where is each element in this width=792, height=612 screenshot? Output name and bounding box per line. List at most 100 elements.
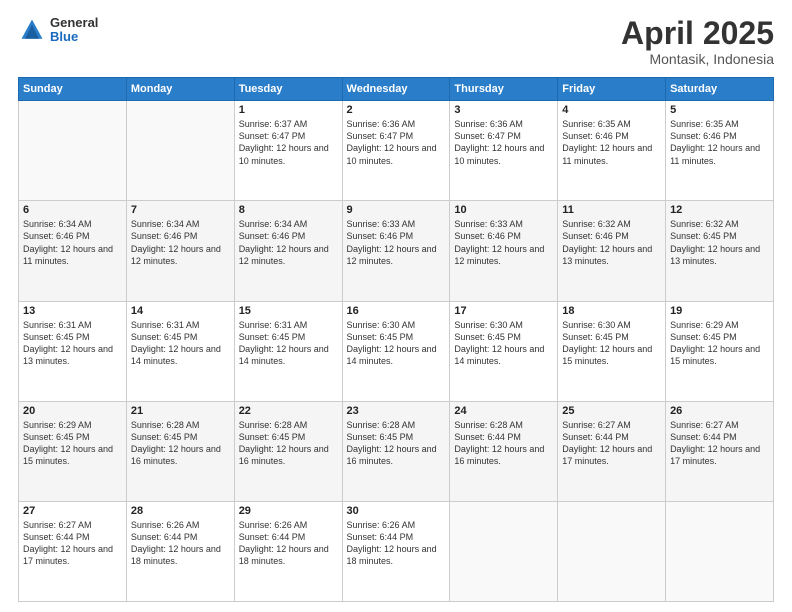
day-number: 18 bbox=[562, 305, 661, 317]
calendar-day-cell: 3Sunrise: 6:36 AMSunset: 6:47 PMDaylight… bbox=[450, 101, 558, 201]
calendar-day-cell: 8Sunrise: 6:34 AMSunset: 6:46 PMDaylight… bbox=[234, 201, 342, 301]
calendar-week-row: 27Sunrise: 6:27 AMSunset: 6:44 PMDayligh… bbox=[19, 501, 774, 601]
calendar-day-cell: 24Sunrise: 6:28 AMSunset: 6:44 PMDayligh… bbox=[450, 401, 558, 501]
calendar-day-cell: 5 Sunrise: 6:35 AMSunset: 6:46 PMDaylight… bbox=[666, 101, 774, 201]
day-number: 29 bbox=[239, 505, 338, 517]
day-info: Sunrise: 6:31 AMSunset: 6:45 PMDaylight:… bbox=[131, 319, 230, 368]
calendar-title: April 2025 bbox=[621, 16, 774, 51]
calendar-day-cell: 20 Sunrise: 6:29 AMSunset: 6:45 PMDayligh… bbox=[19, 401, 127, 501]
day-info: Sunrise: 6:28 AMSunset: 6:45 PMDaylight:… bbox=[239, 419, 338, 468]
calendar-day-cell: 15 Sunrise: 6:31 AMSunset: 6:45 PMDayligh… bbox=[234, 301, 342, 401]
weekday-header-row: Sunday Monday Tuesday Wednesday Thursday… bbox=[19, 78, 774, 101]
day-info: Sunrise: 6:27 AMSunset: 6:44 PMDaylight:… bbox=[670, 419, 769, 468]
col-saturday: Saturday bbox=[666, 78, 774, 101]
calendar-day-cell: 11 Sunrise: 6:32 AMSunset: 6:46 PMDayligh… bbox=[558, 201, 666, 301]
day-number: 13 bbox=[23, 305, 122, 317]
calendar-day-cell: 14Sunrise: 6:31 AMSunset: 6:45 PMDayligh… bbox=[126, 301, 234, 401]
day-info: Sunrise: 6:27 AMSunset: 6:44 PMDaylight:… bbox=[23, 519, 122, 568]
day-info: Sunrise: 6:26 AMSunset: 6:44 PMDaylight:… bbox=[347, 519, 446, 568]
day-number: 4 bbox=[562, 104, 661, 116]
calendar-week-row: 6 Sunrise: 6:34 AMSunset: 6:46 PMDaylight… bbox=[19, 201, 774, 301]
calendar-day-cell: 21 Sunrise: 6:28 AMSunset: 6:45 PMDayligh… bbox=[126, 401, 234, 501]
day-info: Sunrise: 6:37 AMSunset: 6:47 PMDaylight:… bbox=[239, 118, 338, 167]
day-info: Sunrise: 6:29 AMSunset: 6:45 PMDaylight:… bbox=[23, 419, 122, 468]
calendar-day-cell: 18 Sunrise: 6:30 AMSunset: 6:45 PMDayligh… bbox=[558, 301, 666, 401]
calendar-location: Montasik, Indonesia bbox=[621, 51, 774, 67]
day-info: Sunrise: 6:31 AMSunset: 6:45 PMDaylight:… bbox=[239, 319, 338, 368]
calendar-week-row: 20 Sunrise: 6:29 AMSunset: 6:45 PMDayligh… bbox=[19, 401, 774, 501]
day-info: Sunrise: 6:34 AMSunset: 6:46 PMDaylight:… bbox=[23, 218, 122, 267]
day-number: 16 bbox=[347, 305, 446, 317]
day-number: 10 bbox=[454, 204, 553, 216]
day-info: Sunrise: 6:34 AMSunset: 6:46 PMDaylight:… bbox=[131, 218, 230, 267]
calendar-day-cell bbox=[126, 101, 234, 201]
logo-blue-text: Blue bbox=[50, 30, 98, 44]
day-number: 11 bbox=[562, 204, 661, 216]
calendar-day-cell: 28Sunrise: 6:26 AMSunset: 6:44 PMDayligh… bbox=[126, 501, 234, 601]
col-friday: Friday bbox=[558, 78, 666, 101]
day-info: Sunrise: 6:36 AMSunset: 6:47 PMDaylight:… bbox=[347, 118, 446, 167]
col-tuesday: Tuesday bbox=[234, 78, 342, 101]
calendar-day-cell: 22 Sunrise: 6:28 AMSunset: 6:45 PMDayligh… bbox=[234, 401, 342, 501]
day-info: Sunrise: 6:32 AMSunset: 6:46 PMDaylight:… bbox=[562, 218, 661, 267]
day-number: 17 bbox=[454, 305, 553, 317]
calendar-day-cell bbox=[19, 101, 127, 201]
day-info: Sunrise: 6:26 AMSunset: 6:44 PMDaylight:… bbox=[131, 519, 230, 568]
day-number: 15 bbox=[239, 305, 338, 317]
day-number: 9 bbox=[347, 204, 446, 216]
day-info: Sunrise: 6:34 AMSunset: 6:46 PMDaylight:… bbox=[239, 218, 338, 267]
calendar-day-cell: 13 Sunrise: 6:31 AMSunset: 6:45 PMDayligh… bbox=[19, 301, 127, 401]
day-number: 5 bbox=[670, 104, 769, 116]
calendar-day-cell bbox=[450, 501, 558, 601]
calendar-day-cell: 19 Sunrise: 6:29 AMSunset: 6:45 PMDayligh… bbox=[666, 301, 774, 401]
calendar-day-cell: 30 Sunrise: 6:26 AMSunset: 6:44 PMDayligh… bbox=[342, 501, 450, 601]
calendar-day-cell: 29Sunrise: 6:26 AMSunset: 6:44 PMDayligh… bbox=[234, 501, 342, 601]
col-wednesday: Wednesday bbox=[342, 78, 450, 101]
day-info: Sunrise: 6:33 AMSunset: 6:46 PMDaylight:… bbox=[454, 218, 553, 267]
day-info: Sunrise: 6:30 AMSunset: 6:45 PMDaylight:… bbox=[454, 319, 553, 368]
logo-icon bbox=[18, 16, 46, 44]
day-info: Sunrise: 6:31 AMSunset: 6:45 PMDaylight:… bbox=[23, 319, 122, 368]
logo: General Blue bbox=[18, 16, 98, 45]
col-thursday: Thursday bbox=[450, 78, 558, 101]
day-number: 22 bbox=[239, 405, 338, 417]
day-number: 7 bbox=[131, 204, 230, 216]
day-number: 26 bbox=[670, 405, 769, 417]
day-info: Sunrise: 6:28 AMSunset: 6:45 PMDaylight:… bbox=[347, 419, 446, 468]
day-number: 2 bbox=[347, 104, 446, 116]
day-number: 12 bbox=[670, 204, 769, 216]
day-info: Sunrise: 6:28 AMSunset: 6:44 PMDaylight:… bbox=[454, 419, 553, 468]
col-sunday: Sunday bbox=[19, 78, 127, 101]
logo-general-text: General bbox=[50, 16, 98, 30]
calendar-day-cell: 27Sunrise: 6:27 AMSunset: 6:44 PMDayligh… bbox=[19, 501, 127, 601]
day-info: Sunrise: 6:35 AMSunset: 6:46 PMDaylight:… bbox=[670, 118, 769, 167]
day-number: 30 bbox=[347, 505, 446, 517]
day-info: Sunrise: 6:30 AMSunset: 6:45 PMDaylight:… bbox=[562, 319, 661, 368]
calendar-day-cell: 9Sunrise: 6:33 AMSunset: 6:46 PMDaylight… bbox=[342, 201, 450, 301]
day-info: Sunrise: 6:28 AMSunset: 6:45 PMDaylight:… bbox=[131, 419, 230, 468]
day-info: Sunrise: 6:36 AMSunset: 6:47 PMDaylight:… bbox=[454, 118, 553, 167]
day-number: 21 bbox=[131, 405, 230, 417]
calendar-week-row: 1Sunrise: 6:37 AMSunset: 6:47 PMDaylight… bbox=[19, 101, 774, 201]
header: General Blue April 2025 Montasik, Indone… bbox=[18, 16, 774, 67]
calendar-day-cell: 17 Sunrise: 6:30 AMSunset: 6:45 PMDayligh… bbox=[450, 301, 558, 401]
calendar-day-cell: 4 Sunrise: 6:35 AMSunset: 6:46 PMDaylight… bbox=[558, 101, 666, 201]
day-info: Sunrise: 6:35 AMSunset: 6:46 PMDaylight:… bbox=[562, 118, 661, 167]
calendar-day-cell: 7 Sunrise: 6:34 AMSunset: 6:46 PMDaylight… bbox=[126, 201, 234, 301]
calendar-day-cell: 25Sunrise: 6:27 AMSunset: 6:44 PMDayligh… bbox=[558, 401, 666, 501]
day-number: 6 bbox=[23, 204, 122, 216]
calendar-day-cell: 2 Sunrise: 6:36 AMSunset: 6:47 PMDaylight… bbox=[342, 101, 450, 201]
calendar-day-cell: 1Sunrise: 6:37 AMSunset: 6:47 PMDaylight… bbox=[234, 101, 342, 201]
calendar-day-cell bbox=[558, 501, 666, 601]
calendar-day-cell: 10 Sunrise: 6:33 AMSunset: 6:46 PMDayligh… bbox=[450, 201, 558, 301]
day-number: 19 bbox=[670, 305, 769, 317]
day-number: 20 bbox=[23, 405, 122, 417]
calendar-day-cell: 12 Sunrise: 6:32 AMSunset: 6:45 PMDayligh… bbox=[666, 201, 774, 301]
day-info: Sunrise: 6:29 AMSunset: 6:45 PMDaylight:… bbox=[670, 319, 769, 368]
page: General Blue April 2025 Montasik, Indone… bbox=[0, 0, 792, 612]
calendar-day-cell: 26 Sunrise: 6:27 AMSunset: 6:44 PMDayligh… bbox=[666, 401, 774, 501]
logo-text: General Blue bbox=[50, 16, 98, 45]
day-info: Sunrise: 6:32 AMSunset: 6:45 PMDaylight:… bbox=[670, 218, 769, 267]
calendar-day-cell: 6 Sunrise: 6:34 AMSunset: 6:46 PMDaylight… bbox=[19, 201, 127, 301]
calendar-day-cell: 23Sunrise: 6:28 AMSunset: 6:45 PMDayligh… bbox=[342, 401, 450, 501]
